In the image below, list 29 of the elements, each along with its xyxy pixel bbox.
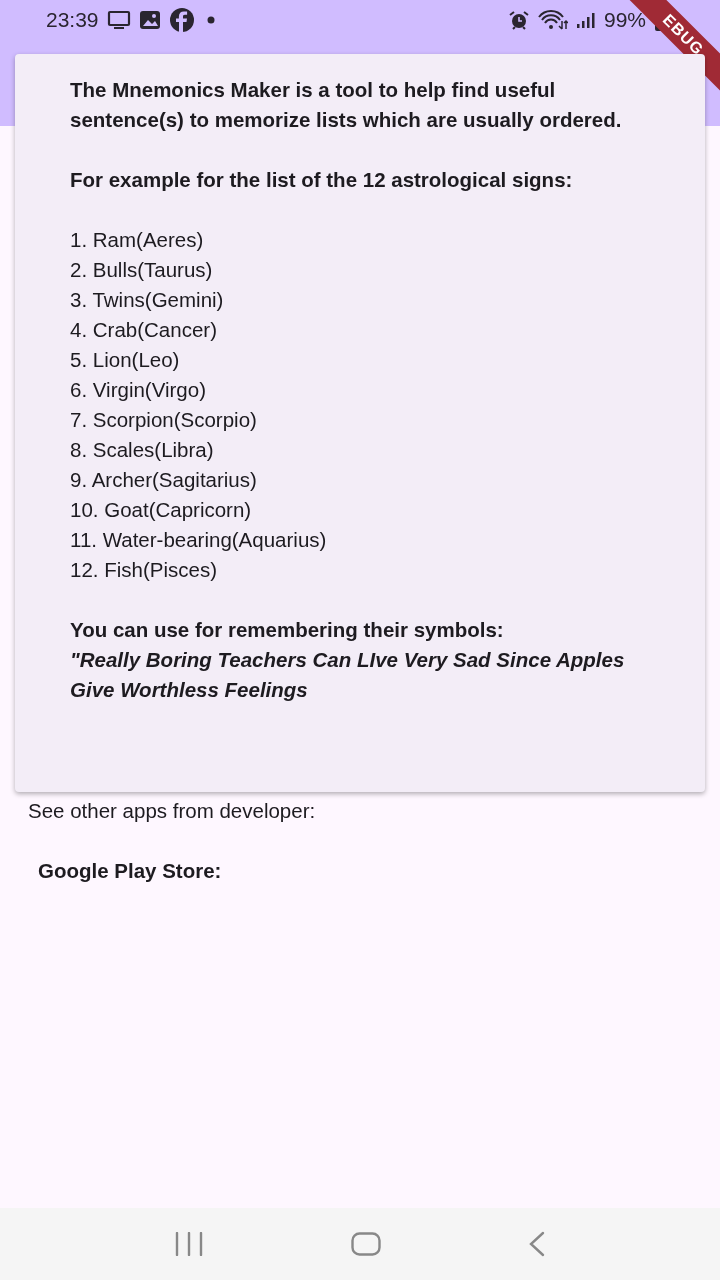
battery-percent: 99% bbox=[603, 8, 646, 32]
list-item: 10. Goat(Capricorn) bbox=[70, 497, 253, 523]
wifi-icon bbox=[537, 10, 568, 30]
screen-icon bbox=[106, 10, 131, 30]
list-item: 1. Ram(Aeres) bbox=[70, 227, 205, 253]
intro-text: The Mnemonics Maker is a tool to help find useful sentence(s) to memorize lists which are usually ordered. bbox=[70, 77, 623, 133]
back-icon[interactable] bbox=[528, 1231, 547, 1257]
list-item: 11. Water-bearing(Aquarius) bbox=[70, 527, 328, 553]
example-heading: For example for the list of the 12 astrological signs: bbox=[70, 167, 574, 193]
list-item: 9. Archer(Sagitarius) bbox=[70, 467, 258, 493]
other-apps-text: See other apps from developer: bbox=[28, 798, 317, 824]
list-item: 6. Virgin(Virgo) bbox=[70, 377, 207, 403]
list-item: 5. Lion(Leo) bbox=[70, 347, 181, 373]
list-item: 3. Twins(Gemini) bbox=[70, 287, 225, 313]
alarm-icon bbox=[507, 10, 530, 30]
list-item: 2. Bulls(Taurus) bbox=[70, 257, 214, 283]
list-item: 12. Fish(Pisces) bbox=[70, 557, 218, 583]
list-item: 7. Scorpion(Scorpio) bbox=[70, 407, 258, 433]
symbols-label: You can use for remembering their symbols: bbox=[70, 617, 505, 643]
list-item: 4. Crab(Cancer) bbox=[70, 317, 218, 343]
list-item: 8. Scales(Libra) bbox=[70, 437, 215, 463]
recent-apps-icon[interactable] bbox=[173, 1232, 204, 1256]
signal-icon bbox=[575, 11, 596, 29]
home-icon[interactable] bbox=[351, 1232, 381, 1256]
store-heading: Google Play Store: bbox=[38, 858, 223, 884]
image-icon bbox=[138, 10, 161, 30]
status-time: 23:39 bbox=[46, 8, 99, 32]
social-app-icon bbox=[168, 7, 195, 33]
mnemonic-text: "Really Boring Teachers Can LIve Very Sad Since Apples Give Worthless Feelings bbox=[70, 647, 626, 703]
